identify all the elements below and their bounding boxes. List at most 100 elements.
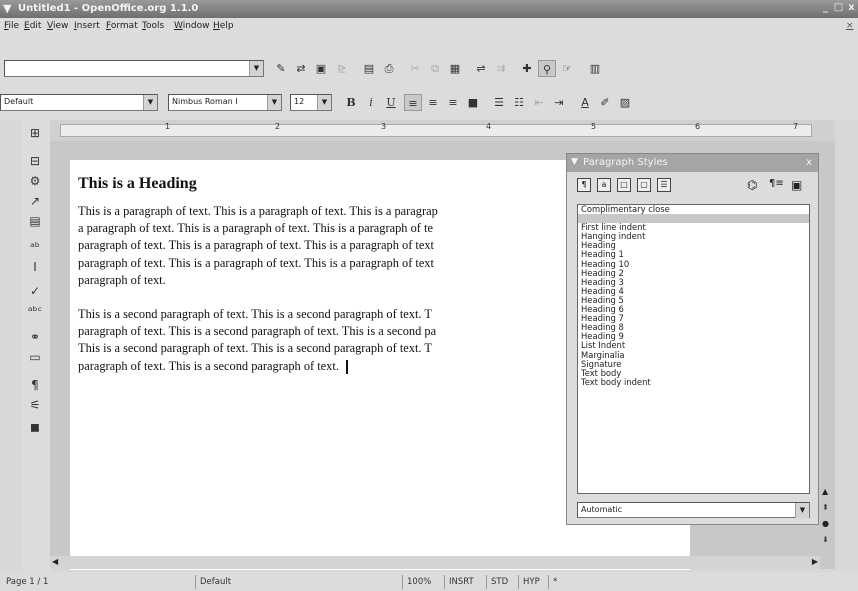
edit-mode-icon[interactable]: ⊵ (333, 60, 351, 77)
panel-titlebar[interactable]: ▼ Paragraph Styles x (567, 154, 818, 172)
menu-view[interactable]: View (47, 21, 68, 31)
graphics-off-icon[interactable]: ⚟ (25, 396, 45, 414)
paragraph-styles-icon[interactable]: ¶ (577, 178, 591, 192)
insert-table-icon[interactable]: ⊞ (25, 124, 45, 142)
export-pdf-icon[interactable]: ▤ (360, 60, 378, 77)
style-filter-combo[interactable]: Automatic ▼ (577, 502, 810, 518)
font-size-combo[interactable]: 12 ▼ (290, 94, 332, 111)
menu-help[interactable]: Help (213, 21, 234, 31)
url-combo[interactable]: ▼ (4, 60, 264, 77)
chevron-down-icon[interactable]: ▼ (795, 503, 809, 518)
menu-window[interactable]: Window (174, 21, 210, 31)
numbering-styles-icon[interactable]: ☰ (657, 178, 671, 192)
open-icon[interactable]: ⇄ (292, 60, 310, 77)
numbering-icon[interactable]: ☰ (490, 94, 508, 111)
page-style-indicator[interactable]: Default (195, 575, 400, 589)
document-body[interactable]: This is a paragraph of text. This is a p… (78, 203, 598, 375)
font-color-icon[interactable]: A (576, 94, 594, 111)
increase-indent-icon[interactable]: ⇥ (550, 94, 568, 111)
edit-file-icon[interactable]: ✎ (272, 60, 290, 77)
menu-insert[interactable]: Insert (74, 21, 100, 31)
save-icon[interactable]: ▣ (312, 60, 330, 77)
navigation-icon[interactable]: ● (822, 519, 829, 528)
print-icon[interactable]: ⎙ (380, 60, 398, 77)
horizontal-scrollbar[interactable]: ◀ ▶ (50, 556, 820, 569)
scroll-left-icon[interactable]: ◀ (52, 557, 58, 566)
chevron-down-icon[interactable]: ▼ (571, 157, 578, 167)
online-layout-icon[interactable]: ◼ (25, 418, 45, 436)
menu-format[interactable]: Format (106, 21, 138, 31)
font-size-value: 12 (294, 97, 305, 106)
panel-close-icon[interactable]: x (806, 157, 812, 168)
insert-mode-indicator[interactable]: INSRT (444, 575, 484, 589)
cut-icon[interactable]: ✂ (406, 60, 424, 77)
zoom-indicator[interactable]: 100% (402, 575, 442, 589)
update-style-icon[interactable]: ▣ (791, 178, 802, 192)
background-color-icon[interactable]: ▨ (616, 94, 634, 111)
scroll-right-icon[interactable]: ▶ (812, 557, 818, 566)
nonprinting-chars-icon[interactable]: ¶ (25, 376, 45, 394)
align-right-icon[interactable]: ≡ (444, 94, 462, 111)
horizontal-ruler[interactable]: 1 2 3 4 5 6 7 (50, 120, 835, 141)
new-style-icon[interactable]: ¶≡ (769, 178, 784, 189)
navigator-icon[interactable]: ✚ (518, 60, 536, 77)
style-list[interactable]: Complimentary close Default First line ind… (577, 204, 810, 494)
document-heading[interactable]: This is a Heading (78, 175, 197, 193)
scroll-up-icon[interactable]: ▲ (822, 487, 828, 496)
form-functions-icon[interactable]: ▤ (25, 212, 45, 230)
hyperlink-mode-indicator[interactable]: HYP (518, 575, 546, 589)
menu-edit[interactable]: Edit (24, 21, 41, 31)
style-list-item[interactable]: Text body indent (578, 377, 809, 387)
underline-button[interactable]: U (382, 94, 400, 111)
text-cursor-icon[interactable]: I (25, 258, 45, 276)
autospellcheck-icon[interactable]: ᵃᵇᶜ (25, 302, 45, 320)
chevron-down-icon[interactable]: ▼ (143, 95, 157, 110)
frame-styles-icon[interactable]: □ (617, 178, 631, 192)
chevron-down-icon[interactable]: ▼ (317, 95, 331, 110)
style-list-item[interactable]: Complimentary close (578, 204, 809, 214)
font-name-combo[interactable]: Nimbus Roman I ▼ (168, 94, 282, 111)
gallery-icon[interactable]: ▥ (586, 60, 604, 77)
page-styles-icon[interactable]: ▢ (637, 178, 651, 192)
highlight-icon[interactable]: ✐ (596, 94, 614, 111)
spellcheck-icon[interactable]: ✓ (25, 282, 45, 300)
edit-autotext-icon[interactable]: ᵃᵇ (25, 238, 45, 256)
character-styles-icon[interactable]: a (597, 178, 611, 192)
find-icon[interactable]: ⚭ (25, 328, 45, 346)
align-center-icon[interactable]: ≡ (424, 94, 442, 111)
hyperlink-icon[interactable]: ☞ (558, 60, 576, 77)
bullets-icon[interactable]: ☷ (510, 94, 528, 111)
insert-object-icon[interactable]: ⚙ (25, 172, 45, 190)
paragraph-line: This is a second paragraph of text. This… (78, 307, 432, 322)
close-document-icon[interactable]: × (846, 21, 854, 31)
paste-icon[interactable]: ▦ (446, 60, 464, 77)
maximize-button[interactable]: □ (833, 2, 844, 14)
stylist-icon[interactable]: ⚲ (538, 60, 556, 77)
chevron-down-icon[interactable]: ▼ (249, 61, 263, 76)
close-button[interactable]: x (846, 2, 857, 14)
paragraph-line: paragraph of text. This is a second para… (78, 324, 437, 339)
minimize-button[interactable]: _ (820, 2, 831, 14)
italic-button[interactable]: i (362, 94, 380, 111)
chevron-down-icon[interactable]: ▼ (267, 95, 281, 110)
fill-format-icon[interactable]: ⌬ (747, 178, 757, 192)
paragraph-style-combo[interactable]: Default ▼ (0, 94, 158, 111)
vertical-scrollbar[interactable]: ▲ ⇞ ● ⇟ (820, 141, 835, 569)
datasources-icon[interactable]: ▭ (25, 348, 45, 366)
selection-mode-indicator[interactable]: STD (486, 575, 516, 589)
undo-icon[interactable]: ⇌ (472, 60, 490, 77)
copy-icon[interactable]: ⧉ (426, 60, 444, 77)
decrease-indent-icon[interactable]: ⇤ (530, 94, 548, 111)
window-menu-icon[interactable]: ▼ (3, 2, 11, 15)
paragraph-line: paragraph of text. This is a second para… (78, 358, 339, 373)
page-next-icon[interactable]: ⇟ (822, 535, 829, 544)
align-left-icon[interactable]: ≡ (404, 94, 422, 111)
draw-functions-icon[interactable]: ↗ (25, 192, 45, 210)
menu-file[interactable]: File (4, 21, 19, 31)
menu-tools[interactable]: Tools (142, 21, 164, 31)
page-prev-icon[interactable]: ⇞ (822, 503, 829, 512)
insert-fields-icon[interactable]: ⊟ (25, 152, 45, 170)
bold-button[interactable]: B (342, 94, 360, 111)
justify-icon[interactable]: ■ (464, 94, 482, 111)
redo-icon[interactable]: ⇉ (492, 60, 510, 77)
